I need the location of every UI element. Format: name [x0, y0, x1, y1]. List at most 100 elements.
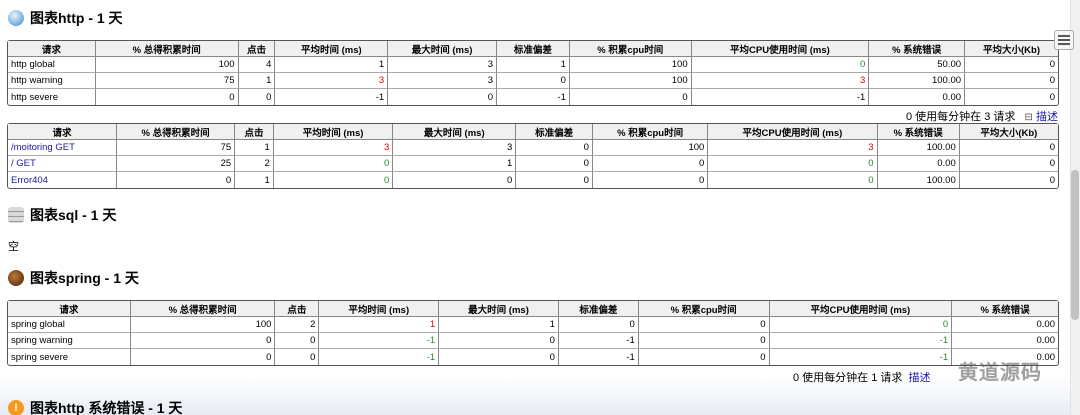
section-title-http: 图表http - 1 天	[8, 8, 123, 28]
table-cell: 100	[592, 140, 709, 156]
table-header-row: 请求 % 总得积累时间 点击 平均时间 (ms) 最大时间 (ms) 标准偏差 …	[8, 301, 1058, 317]
column-header[interactable]: 平均大小(Kb)	[959, 124, 1058, 140]
column-header[interactable]: % 积累cpu时间	[592, 124, 709, 140]
column-header[interactable]: % 系统错误	[869, 41, 966, 57]
table-cell: 1	[235, 172, 274, 188]
column-header[interactable]: 平均时间 (ms)	[275, 41, 389, 57]
request-link[interactable]: /moitoring GET	[8, 140, 117, 156]
table-cell: 100	[95, 57, 239, 73]
request-name: spring global	[8, 317, 131, 333]
column-header[interactable]: 平均CPU使用时间 (ms)	[691, 41, 870, 57]
column-header[interactable]: 平均时间 (ms)	[273, 124, 394, 140]
column-header[interactable]: 请求	[8, 41, 96, 57]
table-cell: 0.00	[869, 89, 966, 105]
expand-icon[interactable]: ⊟	[1025, 112, 1033, 123]
table-cell: 2	[235, 156, 274, 172]
table-row: spring warning 0 0 -1 0 -1 0 -1 0.00	[8, 333, 1058, 349]
scrollbar-thumb[interactable]	[1071, 170, 1079, 320]
request-name: http global	[8, 57, 96, 73]
column-header[interactable]: 请求	[8, 301, 131, 317]
table-cell: 100	[569, 57, 692, 73]
describe-link[interactable]: 描述	[1036, 111, 1058, 123]
table-cell: 3	[275, 73, 389, 89]
table-cell: 0	[516, 140, 593, 156]
table-row: http severe 0 0 -1 0 -1 0 -1 0.00 0	[8, 89, 1058, 105]
table-cell: 0	[439, 349, 559, 365]
table-cell: -1	[769, 333, 953, 349]
table-cell: 3	[691, 73, 870, 89]
table-cell: 0	[131, 349, 276, 365]
table-cell: 1	[497, 57, 570, 73]
table-cell: 0	[558, 317, 639, 333]
table-cell: 1	[275, 57, 389, 73]
section-title-sql-text: 图表sql - 1 天	[30, 207, 117, 223]
table-cell: 0	[1049, 174, 1055, 186]
table-header-row: 请求 % 总得积累时间 点击 平均时间 (ms) 最大时间 (ms) 标准偏差 …	[8, 124, 1058, 140]
table-cell: 0	[593, 172, 709, 188]
table-cell: 4	[238, 57, 276, 73]
column-header[interactable]: 标准偏差	[558, 301, 639, 317]
table-cell: 0	[965, 73, 1058, 89]
table-cell: 0	[638, 333, 770, 349]
table-cell: 100.00	[878, 172, 960, 188]
column-header[interactable]: 最大时间 (ms)	[388, 41, 497, 57]
column-header[interactable]: 请求	[8, 124, 117, 140]
column-header[interactable]: 平均CPU使用时间 (ms)	[708, 124, 878, 140]
table-row: spring global 100 2 1 1 0 0 0 0.00	[8, 317, 1058, 333]
column-header[interactable]: 标准偏差	[516, 124, 593, 140]
menu-icon-bar	[1058, 43, 1070, 45]
spring-stats-table: 请求 % 总得积累时间 点击 平均时间 (ms) 最大时间 (ms) 标准偏差 …	[7, 300, 1059, 366]
request-link[interactable]: Error404	[8, 172, 117, 188]
table-cell: 0	[691, 57, 870, 73]
table-cell: 3	[393, 140, 517, 156]
column-header[interactable]: % 总得积累时间	[130, 301, 276, 317]
section-title-spring-text: 图表spring - 1 天	[30, 270, 139, 286]
column-header[interactable]: % 总得积累时间	[95, 41, 239, 57]
request-name: spring warning	[8, 333, 131, 349]
globe-icon	[8, 10, 24, 26]
usage-note-spring: 0 使用每分钟在 1 请求 描述	[793, 369, 931, 385]
request-name: http severe	[8, 89, 96, 105]
column-header[interactable]: 标准偏差	[497, 41, 570, 57]
table-cell: 0	[96, 89, 239, 105]
column-header[interactable]: % 系统错误	[877, 124, 960, 140]
column-header[interactable]: % 系统错误	[952, 301, 1058, 317]
table-cell: 0	[965, 57, 1058, 73]
section-title-spring: 图表spring - 1 天	[8, 268, 139, 288]
section-title-sql: 图表sql - 1 天	[8, 205, 116, 225]
table-cell: 0	[393, 172, 517, 188]
column-header[interactable]: 最大时间 (ms)	[393, 124, 517, 140]
table-cell: 3	[708, 140, 878, 156]
table-cell: 0	[708, 172, 878, 188]
request-link[interactable]: / GET	[8, 156, 117, 172]
table-cell: 0.00	[952, 317, 1058, 333]
table-cell: 0	[497, 73, 570, 89]
column-header[interactable]: 点击	[235, 124, 274, 140]
table-cell: 0	[275, 349, 320, 365]
column-header[interactable]: % 积累cpu时间	[638, 301, 770, 317]
column-header[interactable]: 最大时间 (ms)	[439, 301, 559, 317]
column-header[interactable]: % 积累cpu时间	[569, 41, 692, 57]
table-cell: 100	[130, 317, 276, 333]
table-cell: -1	[319, 349, 440, 365]
column-header[interactable]: 平均时间 (ms)	[319, 301, 440, 317]
table-cell: 0	[516, 172, 593, 188]
column-header[interactable]: % 总得积累时间	[116, 124, 236, 140]
table-cell: 0	[959, 156, 1058, 172]
menu-button[interactable]	[1054, 30, 1074, 50]
describe-link[interactable]: 描述	[909, 372, 931, 384]
table-cell: 3	[273, 140, 394, 156]
usage-note-http: 0 使用每分钟在 3 请求 ⊟ 描述	[906, 108, 1058, 124]
table-cell: 0	[117, 172, 236, 188]
table-cell: 0	[130, 333, 276, 349]
vertical-scrollbar[interactable]	[1070, 0, 1080, 415]
table-cell: 1	[393, 156, 517, 172]
database-icon	[8, 207, 24, 223]
column-header[interactable]: 平均CPU使用时间 (ms)	[769, 301, 953, 317]
column-header[interactable]: 平均大小(Kb)	[965, 41, 1058, 57]
table-cell: 0	[592, 156, 709, 172]
table-row: Error404 0 1 0 0 0 0 0 100.00 0	[8, 172, 1058, 188]
column-header[interactable]: 点击	[275, 301, 320, 317]
column-header[interactable]: 点击	[238, 41, 276, 57]
table-cell: 1	[439, 317, 559, 333]
